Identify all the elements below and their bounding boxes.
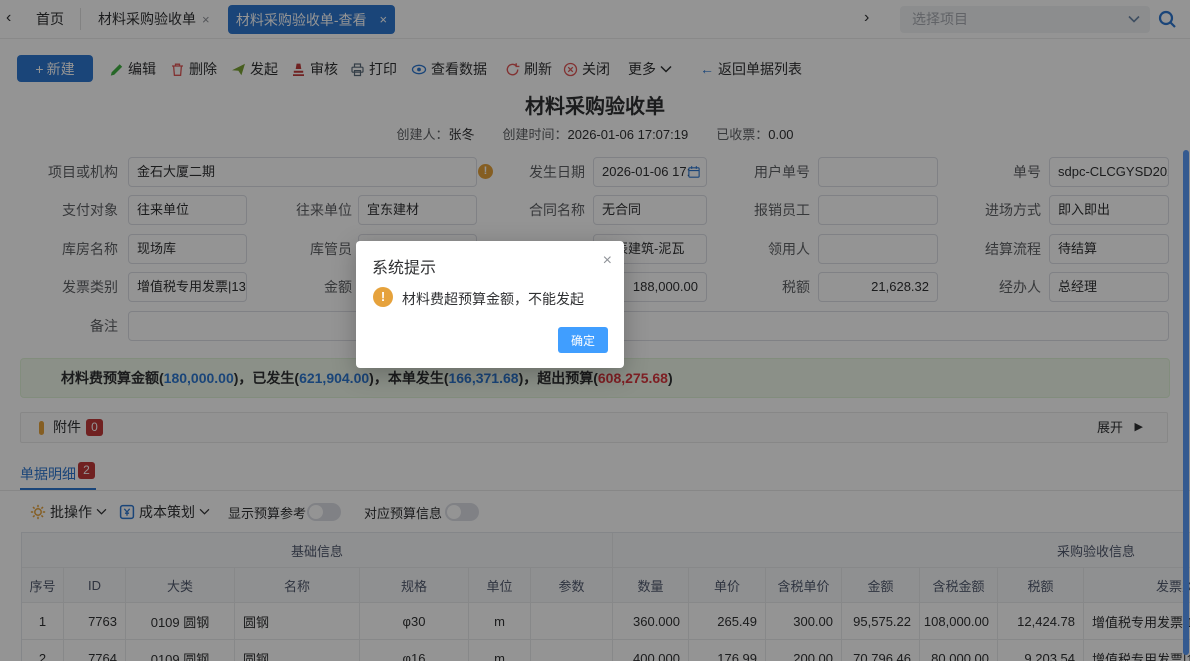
dialog-close-icon[interactable]: × [603, 252, 612, 270]
dialog-title: 系统提示 [372, 260, 437, 277]
dialog-ok-button[interactable]: 确定 [558, 327, 608, 353]
app-window: ‹ 首页 材料采购验收单 × 材料采购验收单-查看 × › 选择项目 + 新建 编辑 … [0, 0, 1190, 661]
system-prompt-dialog: 系统提示 × ! 材料费超预算金额，不能发起 确定 [356, 241, 624, 368]
warning-icon: ! [373, 287, 393, 307]
dialog-message: 材料费超预算金额，不能发起 [402, 291, 584, 307]
